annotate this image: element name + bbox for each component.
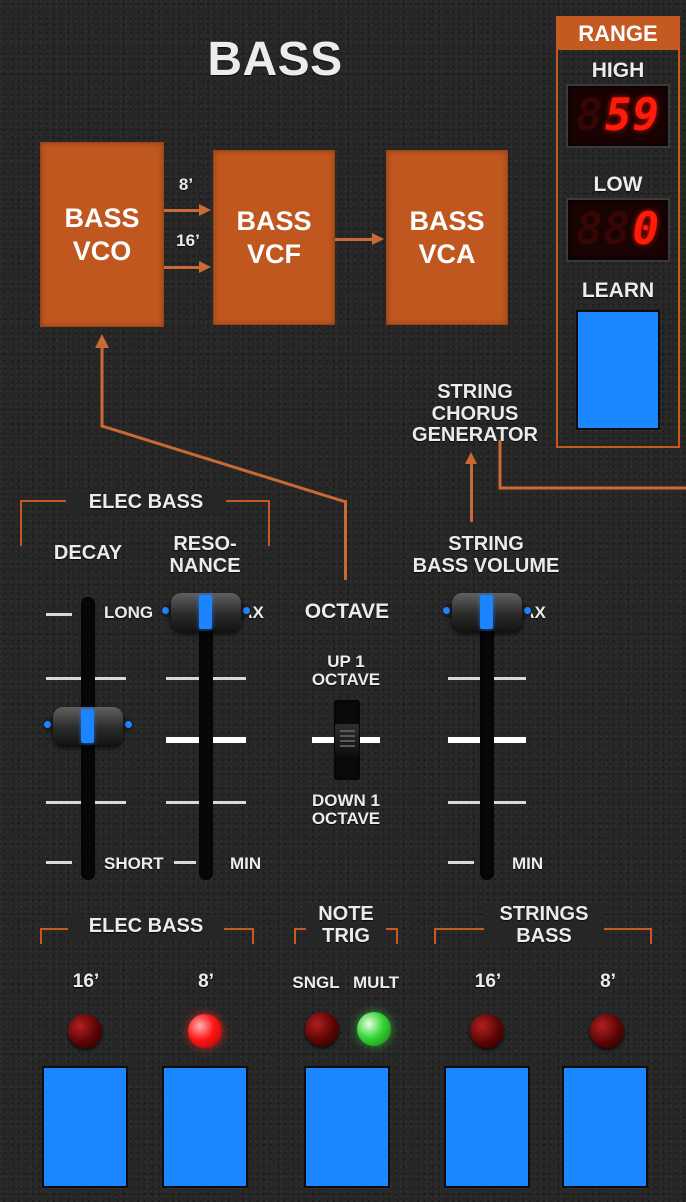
knob-indicator-icon — [199, 595, 212, 629]
octave-to-vco-wire — [95, 334, 347, 504]
route-16-label: 16’ — [176, 231, 200, 250]
route-8-wire — [164, 209, 200, 212]
elec-bass-slider-group-label: ELEC BASS — [66, 491, 226, 514]
vcf-vca-wire — [335, 238, 373, 241]
chorus-to-range-wire — [498, 440, 686, 490]
bass-vca-box: BASS VCA — [386, 150, 508, 325]
route-16-arrow-icon — [199, 261, 211, 273]
elec-16-label: 16’ — [72, 971, 100, 992]
elec-bass-8-button[interactable] — [162, 1066, 248, 1188]
decay-slider-knob[interactable] — [43, 705, 133, 747]
octave-up-label: UP 1 OCTAVE — [311, 652, 381, 690]
str-16-led — [470, 1014, 504, 1048]
string-chorus-generator-label: STRING CHORUS GENERATOR — [412, 381, 538, 447]
strings-bass-group-label: STRINGS BASS — [484, 903, 604, 948]
route-8-label: 8’ — [178, 175, 194, 194]
note-trig-button[interactable] — [304, 1066, 390, 1188]
trig-sngl-label: SNGL — [292, 973, 340, 992]
trig-mult-led — [357, 1012, 391, 1046]
decay-long-label: LONG — [104, 603, 154, 622]
vcf-vca-arrow-icon — [372, 233, 384, 245]
chorus-arrow-icon — [465, 452, 477, 464]
display-ghost-segments: 88 — [576, 90, 631, 141]
trig-sngl-led — [305, 1012, 339, 1046]
octave-down-label: DOWN 1 OCTAVE — [311, 791, 381, 829]
range-low-label: LOW — [593, 173, 643, 196]
bass-panel: BASS BASS VCO BASS VCF BASS VCA 8’ 16’ S… — [0, 0, 686, 1202]
octave-switch[interactable] — [335, 724, 359, 756]
string-volume-slider-knob[interactable] — [442, 591, 532, 633]
range-high-display: 88 59 — [566, 84, 670, 148]
route-8-arrow-icon — [199, 204, 211, 216]
elec-16-led — [68, 1014, 102, 1048]
range-low-display: 888 0 — [566, 198, 670, 262]
string-volume-min-label: MIN — [512, 854, 544, 873]
str-8-label: 8’ — [600, 971, 616, 992]
chorus-wire-up — [470, 460, 473, 522]
decay-label: DECAY — [53, 542, 123, 564]
resonance-slider-track[interactable] — [199, 597, 213, 880]
octave-label: OCTAVE — [304, 600, 390, 623]
strings-bass-8-button[interactable] — [562, 1066, 648, 1188]
strings-bass-16-button[interactable] — [444, 1066, 530, 1188]
str-8-led — [590, 1014, 624, 1048]
elec-8-label: 8’ — [198, 971, 214, 992]
elec-bass-16-button[interactable] — [42, 1066, 128, 1188]
string-volume-slider-track[interactable] — [480, 597, 494, 880]
range-high-label: HIGH — [591, 59, 645, 82]
bass-vco-box: BASS VCO — [40, 142, 164, 327]
range-panel: RANGE HIGH 88 59 LOW 888 0 LEARN — [556, 16, 680, 448]
display-ghost-segments: 888 — [576, 204, 659, 255]
str-16-label: 16’ — [474, 971, 502, 992]
knob-indicator-icon — [81, 709, 94, 743]
decay-short-label: SHORT — [104, 854, 164, 873]
resonance-label: RESO- NANCE — [169, 533, 241, 577]
knob-indicator-icon — [480, 595, 493, 629]
bass-vcf-box: BASS VCF — [213, 150, 335, 325]
string-bass-volume-label: STRING BASS VOLUME — [412, 533, 560, 577]
route-16-wire — [164, 266, 200, 269]
learn-label: LEARN — [581, 279, 655, 302]
range-header: RANGE — [558, 18, 678, 50]
panel-title: BASS — [207, 33, 343, 86]
resonance-min-label: MIN — [230, 854, 262, 873]
note-trig-group-label: NOTE TRIG — [306, 903, 386, 948]
elec-8-led — [188, 1014, 222, 1048]
elec-bass-button-group-label: ELEC BASS — [68, 915, 224, 938]
octave-wire-vertical — [344, 500, 347, 580]
learn-button[interactable] — [576, 310, 660, 430]
resonance-slider-knob[interactable] — [161, 591, 251, 633]
trig-mult-label: MULT — [353, 973, 399, 992]
